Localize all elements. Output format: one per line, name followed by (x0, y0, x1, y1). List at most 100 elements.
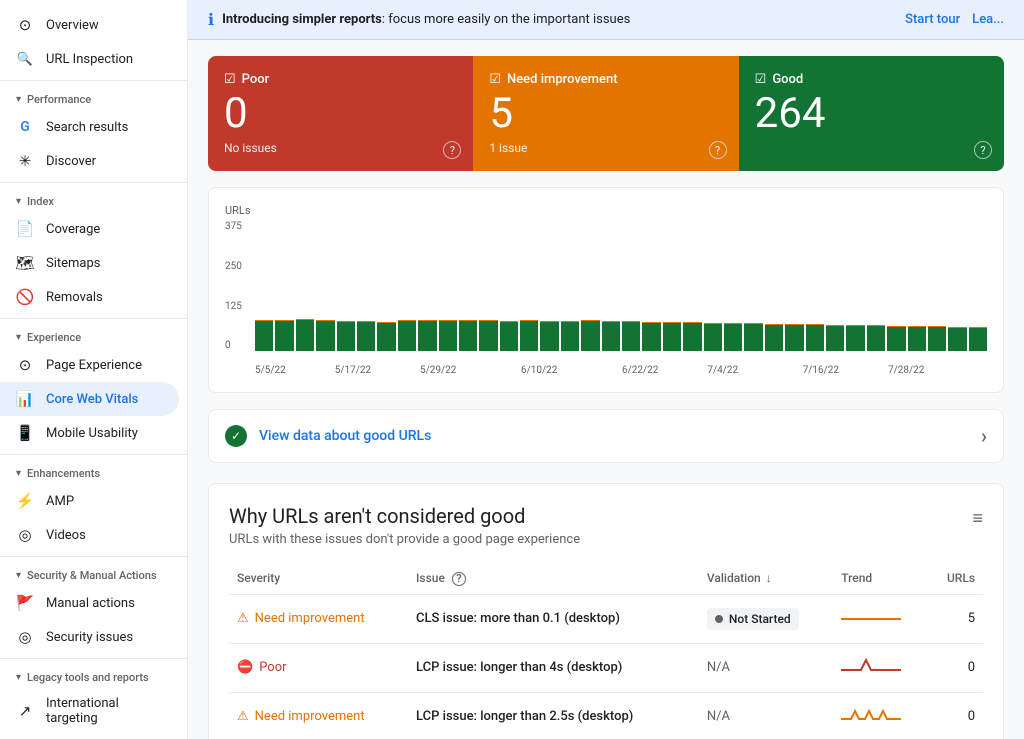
bar-group[interactable] (316, 221, 334, 351)
needs-score-card[interactable]: ☑ Need improvement 5 1 issue ? (473, 56, 738, 171)
help-icon[interactable]: ? (443, 141, 461, 159)
sidebar-item-security-issues[interactable]: ◎ Security issues (0, 620, 179, 654)
bar-group[interactable] (887, 221, 905, 351)
bar-group[interactable] (683, 221, 701, 351)
issue-header: Issue ? (408, 563, 699, 594)
bar-group[interactable] (296, 221, 314, 351)
arrow-icon: › (981, 424, 987, 448)
legacy-section-label[interactable]: ▾ Legacy tools and reports (0, 663, 187, 688)
needs-value: 5 (489, 91, 722, 137)
bar-group[interactable] (540, 221, 558, 351)
sidebar-item-discover[interactable]: ✳ Discover (0, 144, 179, 178)
x-label (458, 365, 472, 376)
poor-value: 0 (224, 91, 457, 137)
poor-score-card[interactable]: ☑ Poor 0 No issues ? (208, 56, 473, 171)
bar-group[interactable] (785, 221, 803, 351)
bar-group[interactable] (602, 221, 620, 351)
sidebar-item-amp[interactable]: ⚡ AMP (0, 484, 179, 518)
sidebar-item-label: Coverage (46, 222, 100, 237)
bar-group[interactable] (581, 221, 599, 351)
experience-section-label[interactable]: ▾ Experience (0, 323, 187, 348)
bar-group[interactable] (337, 221, 355, 351)
validation-header[interactable]: Validation ↓ (699, 563, 833, 594)
x-label (771, 365, 785, 376)
security-section-label[interactable]: ▾ Security & Manual Actions (0, 561, 187, 586)
bar-group[interactable] (500, 221, 518, 351)
bar-group[interactable] (642, 221, 660, 351)
bar-group[interactable] (255, 221, 273, 351)
bar-group[interactable] (663, 221, 681, 351)
sidebar-item-label: Search results (46, 120, 128, 135)
table-row[interactable]: ⚠ Need improvement CLS issue: more than … (229, 594, 983, 643)
sidebar-item-page-experience[interactable]: ⊙ Page Experience (0, 348, 179, 382)
x-label: 6/10/22 (521, 365, 557, 376)
table-row[interactable]: ⛔ Poor LCP issue: longer than 4s (deskto… (229, 643, 983, 692)
good-score-card[interactable]: ☑ Good 264 ? (739, 56, 1004, 171)
bar-group[interactable] (908, 221, 926, 351)
sidebar-item-core-web-vitals[interactable]: 📊 Core Web Vitals (0, 382, 179, 416)
bar-group[interactable] (744, 221, 762, 351)
performance-section-label[interactable]: ▾ Performance (0, 85, 187, 110)
enhancements-section-label[interactable]: ▾ Enhancements (0, 459, 187, 484)
sidebar-item-videos[interactable]: ◎ Videos (0, 518, 179, 552)
poor-header: ☑ Poor (224, 72, 457, 87)
sidebar-item-mobile-usability[interactable]: 📱 Mobile Usability (0, 416, 179, 450)
bar-group[interactable] (520, 221, 538, 351)
bar-group[interactable] (928, 221, 946, 351)
bar-group[interactable] (275, 221, 293, 351)
filter-icon[interactable]: ≡ (972, 508, 983, 529)
x-label (942, 365, 956, 376)
severity-header: Severity (229, 563, 408, 594)
sidebar-item-manual-actions[interactable]: 🚩 Manual actions (0, 586, 179, 620)
bar-group[interactable] (806, 221, 824, 351)
x-label (958, 365, 972, 376)
bar-group[interactable] (622, 221, 640, 351)
bar-group[interactable] (439, 221, 457, 351)
bar-group[interactable] (846, 221, 864, 351)
view-data-button[interactable]: ✓ View data about good URLs › (208, 409, 1004, 463)
issues-title: Why URLs aren't considered good (229, 504, 580, 528)
page-experience-icon: ⊙ (16, 356, 34, 374)
sidebar-item-label: International targeting (46, 696, 163, 726)
good-value: 264 (755, 91, 988, 137)
bar-group[interactable] (377, 221, 395, 351)
sidebar-item-international-targeting[interactable]: ↗ International targeting (0, 688, 179, 734)
issue-cell: CLS issue: more than 0.1 (desktop) (408, 594, 699, 643)
table-row[interactable]: ⚠ Need improvement LCP issue: longer tha… (229, 692, 983, 739)
x-label (926, 365, 940, 376)
bar-group[interactable] (357, 221, 375, 351)
sidebar-item-search-results[interactable]: G Search results (0, 110, 179, 144)
x-label: 5/5/22 (255, 365, 286, 376)
sidebar-item-label: Sitemaps (46, 256, 101, 271)
sidebar-item-removals[interactable]: 🚫 Removals (0, 280, 179, 314)
bar-group[interactable] (561, 221, 579, 351)
bar-group[interactable] (724, 221, 742, 351)
urls-cell: 0 (928, 643, 983, 692)
help-icon[interactable]: ? (974, 141, 992, 159)
help-icon[interactable]: ? (709, 141, 727, 159)
sidebar-item-sitemaps[interactable]: 🗺 Sitemaps (0, 246, 179, 280)
start-tour-link[interactable]: Start tour (905, 12, 960, 27)
trend-cell (833, 692, 928, 739)
bar-group[interactable] (826, 221, 844, 351)
sidebar-item-label: AMP (46, 494, 74, 509)
index-section-label[interactable]: ▾ Index (0, 187, 187, 212)
urls-header: URLs (928, 563, 983, 594)
bar-group[interactable] (479, 221, 497, 351)
trend-cell (833, 643, 928, 692)
bar-group[interactable] (418, 221, 436, 351)
bar-group[interactable] (765, 221, 783, 351)
sidebar-item-url-inspection[interactable]: 🔍 URL Inspection (0, 42, 179, 76)
x-label (288, 365, 302, 376)
sidebar-item-coverage[interactable]: 📄 Coverage (0, 212, 179, 246)
bar-group[interactable] (948, 221, 966, 351)
bar-group[interactable] (704, 221, 722, 351)
bar-group[interactable] (398, 221, 416, 351)
warning-icon: ⚠ (237, 709, 249, 724)
issue-help-icon[interactable]: ? (452, 572, 466, 586)
learn-more-link[interactable]: Lea... (972, 12, 1004, 27)
bar-group[interactable] (459, 221, 477, 351)
sidebar-item-overview[interactable]: ⊙ Overview (0, 8, 179, 42)
bar-group[interactable] (969, 221, 987, 351)
bar-group[interactable] (867, 221, 885, 351)
